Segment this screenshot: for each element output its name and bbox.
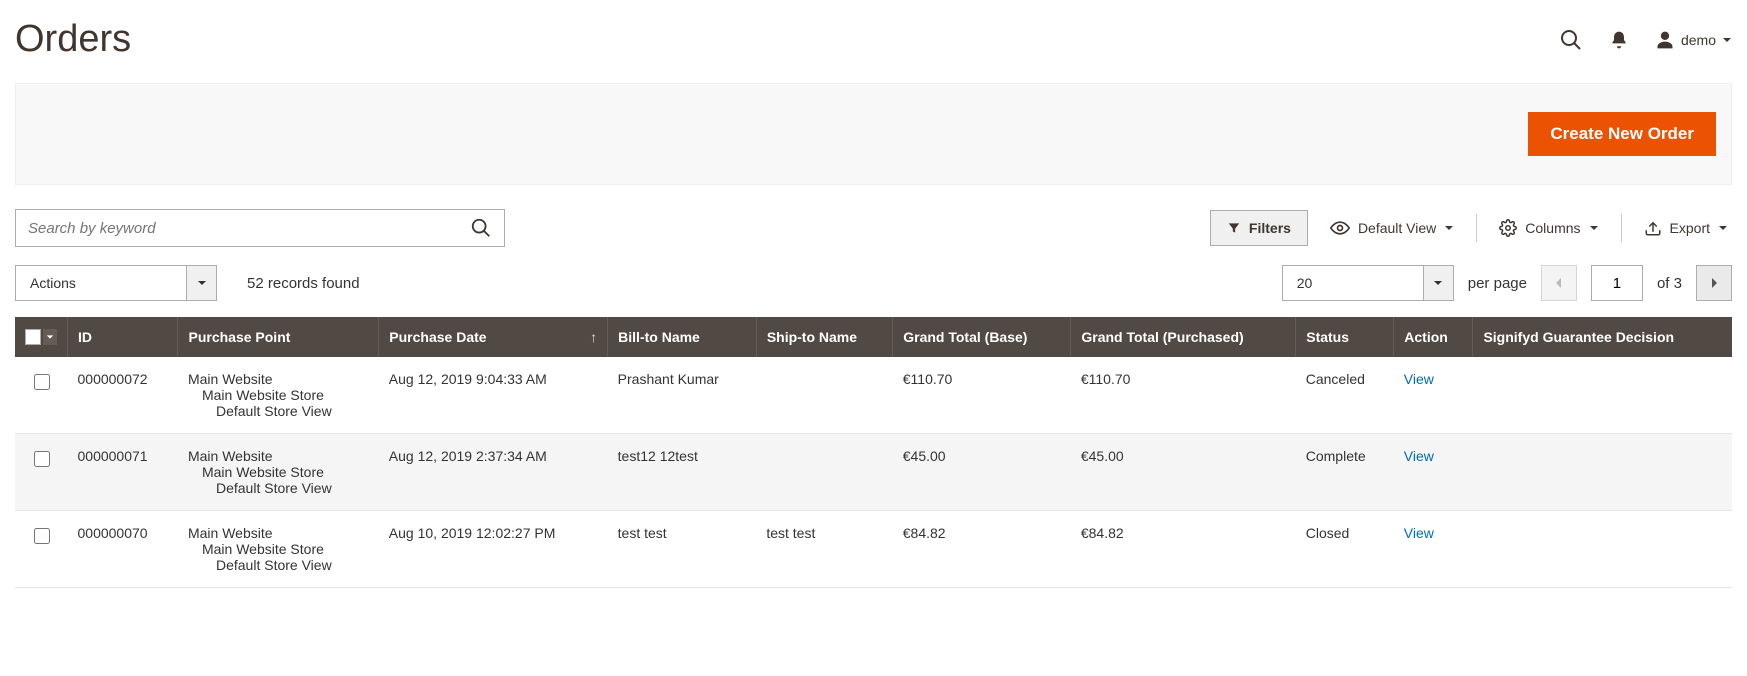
- search-icon[interactable]: [1559, 28, 1583, 52]
- cell-grand-purchased: €84.82: [1071, 511, 1296, 588]
- of-pages: of 3: [1657, 275, 1682, 292]
- cell-signifyd: [1473, 357, 1732, 434]
- cell-purchase-point: Main Website Main Website Store Default …: [178, 434, 379, 511]
- filters-label: Filters: [1249, 220, 1291, 236]
- cell-purchase-date: Aug 10, 2019 12:02:27 PM: [379, 511, 608, 588]
- per-page-label: per page: [1468, 275, 1527, 292]
- cell-grand-base: €45.00: [893, 434, 1071, 511]
- col-purchase-date-label: Purchase Date: [389, 329, 486, 345]
- row-checkbox[interactable]: [34, 528, 50, 544]
- prev-page-button[interactable]: [1541, 265, 1577, 301]
- cell-ship-to: [756, 357, 892, 434]
- cell-grand-base: €84.82: [893, 511, 1071, 588]
- chevron-down-icon: [1718, 223, 1728, 233]
- col-purchase-point[interactable]: Purchase Point: [178, 317, 379, 357]
- cell-bill-to: test test: [608, 511, 757, 588]
- eye-icon: [1330, 218, 1350, 238]
- col-purchase-date[interactable]: Purchase Date ↑: [379, 317, 608, 357]
- cell-purchase-date: Aug 12, 2019 9:04:33 AM: [379, 357, 608, 434]
- table-row: 000000070 Main Website Main Website Stor…: [15, 511, 1732, 588]
- cell-purchase-point: Main Website Main Website Store Default …: [178, 511, 379, 588]
- chevron-down-icon: [1589, 223, 1599, 233]
- records-found: 52 records found: [247, 275, 360, 292]
- view-link[interactable]: View: [1404, 371, 1434, 387]
- chevron-down-icon: [1423, 266, 1453, 300]
- page-size-value: 20: [1283, 266, 1423, 300]
- user-icon: [1655, 30, 1675, 50]
- action-bar: Create New Order: [15, 83, 1732, 185]
- view-link[interactable]: View: [1404, 448, 1434, 464]
- cell-grand-purchased: €110.70: [1071, 357, 1296, 434]
- columns-dropdown[interactable]: Columns: [1495, 219, 1602, 237]
- search-submit-button[interactable]: [458, 210, 504, 246]
- default-view-label: Default View: [1358, 220, 1436, 236]
- col-status[interactable]: Status: [1296, 317, 1394, 357]
- chevron-down-icon: [1722, 35, 1732, 45]
- cell-ship-to: [756, 434, 892, 511]
- search-icon: [470, 217, 492, 239]
- cell-grand-purchased: €45.00: [1071, 434, 1296, 511]
- page-title: Orders: [15, 18, 131, 61]
- cell-grand-base: €110.70: [893, 357, 1071, 434]
- create-new-order-button[interactable]: Create New Order: [1528, 112, 1716, 156]
- cell-bill-to: Prashant Kumar: [608, 357, 757, 434]
- col-ship-to[interactable]: Ship-to Name: [756, 317, 892, 357]
- actions-dropdown[interactable]: Actions: [15, 265, 217, 301]
- divider: [1476, 214, 1477, 242]
- cell-status: Complete: [1296, 434, 1394, 511]
- funnel-icon: [1227, 221, 1241, 235]
- col-action[interactable]: Action: [1394, 317, 1473, 357]
- cell-ship-to: test test: [756, 511, 892, 588]
- actions-label: Actions: [16, 266, 186, 300]
- cell-purchase-point: Main Website Main Website Store Default …: [178, 357, 379, 434]
- select-all-checkbox[interactable]: [25, 329, 41, 345]
- row-checkbox[interactable]: [34, 374, 50, 390]
- cell-purchase-date: Aug 12, 2019 2:37:34 AM: [379, 434, 608, 511]
- view-link[interactable]: View: [1404, 525, 1434, 541]
- col-grand-purchased[interactable]: Grand Total (Purchased): [1071, 317, 1296, 357]
- col-grand-base[interactable]: Grand Total (Base): [893, 317, 1071, 357]
- col-signifyd[interactable]: Signifyd Guarantee Decision: [1473, 317, 1732, 357]
- table-row: 000000071 Main Website Main Website Stor…: [15, 434, 1732, 511]
- select-all-dropdown[interactable]: [43, 329, 57, 345]
- export-icon: [1644, 219, 1662, 237]
- chevron-right-icon: [1709, 277, 1719, 289]
- filters-button[interactable]: Filters: [1210, 210, 1308, 246]
- export-label: Export: [1670, 220, 1710, 236]
- cell-signifyd: [1473, 511, 1732, 588]
- columns-label: Columns: [1525, 220, 1580, 236]
- col-id[interactable]: ID: [68, 317, 178, 357]
- gear-icon: [1499, 219, 1517, 237]
- table-row: 000000072 Main Website Main Website Stor…: [15, 357, 1732, 434]
- next-page-button[interactable]: [1696, 265, 1732, 301]
- user-menu[interactable]: demo: [1655, 30, 1732, 50]
- user-label: demo: [1681, 32, 1716, 48]
- export-dropdown[interactable]: Export: [1640, 219, 1732, 237]
- notifications-icon[interactable]: [1609, 30, 1629, 50]
- search-box: [15, 209, 505, 247]
- col-checkbox[interactable]: [15, 317, 68, 357]
- orders-table: ID Purchase Point Purchase Date ↑ Bill-to…: [15, 317, 1732, 588]
- cell-status: Closed: [1296, 511, 1394, 588]
- default-view-dropdown[interactable]: Default View: [1326, 218, 1458, 238]
- cell-signifyd: [1473, 434, 1732, 511]
- cell-id: 000000071: [68, 434, 178, 511]
- row-checkbox[interactable]: [34, 451, 50, 467]
- chevron-down-icon: [1444, 223, 1454, 233]
- cell-id: 000000072: [68, 357, 178, 434]
- chevron-down-icon: [186, 266, 216, 300]
- col-bill-to[interactable]: Bill-to Name: [608, 317, 757, 357]
- page-size-select[interactable]: 20: [1282, 265, 1454, 301]
- cell-status: Canceled: [1296, 357, 1394, 434]
- cell-bill-to: test12 12test: [608, 434, 757, 511]
- current-page-input[interactable]: [1591, 265, 1643, 301]
- cell-id: 000000070: [68, 511, 178, 588]
- search-input[interactable]: [16, 212, 458, 245]
- divider: [1621, 214, 1622, 242]
- chevron-left-icon: [1554, 277, 1564, 289]
- sort-asc-icon: ↑: [590, 329, 597, 345]
